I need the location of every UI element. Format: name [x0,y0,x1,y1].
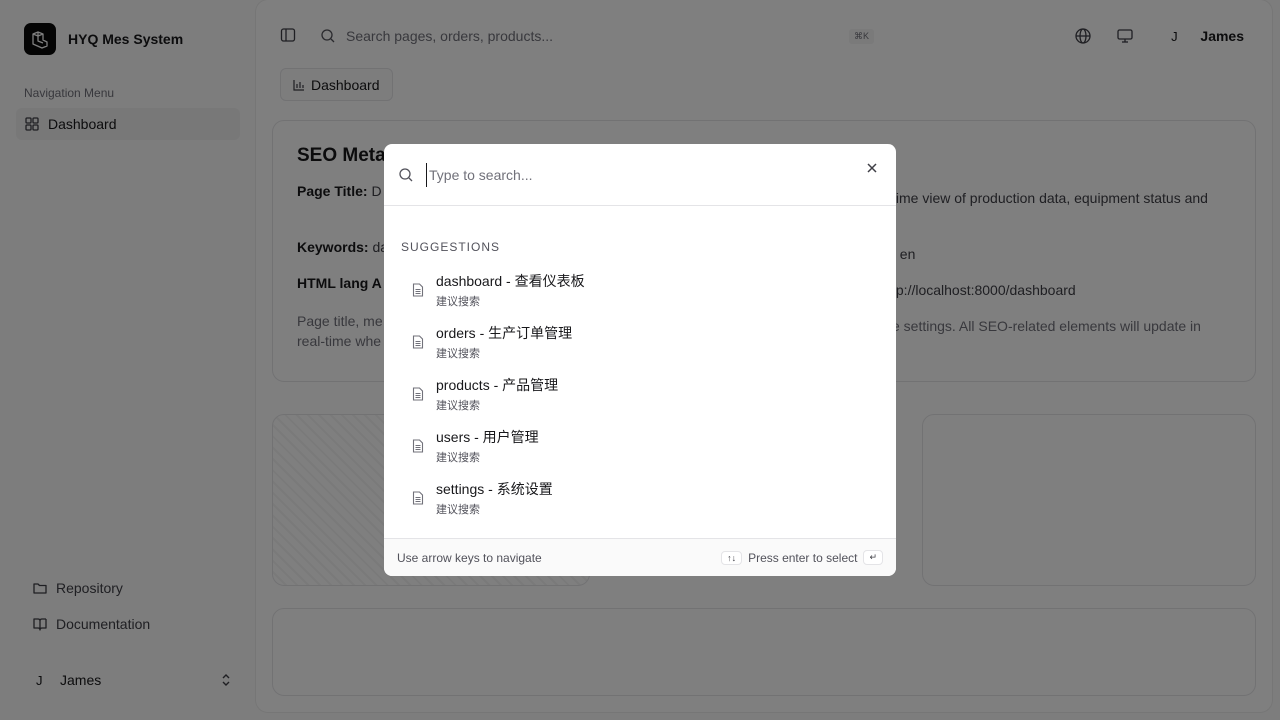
file-text-icon [412,335,424,349]
suggestion-item[interactable]: orders - 生产订单管理 建议搜索 [384,316,896,368]
dialog-footer: Use arrow keys to navigate ↑↓ Press ente… [384,538,896,576]
suggestion-title: dashboard - 查看仪表板 [436,273,585,289]
enter-hint: Press enter to select [748,550,858,565]
command-search-dialog: SUGGESTIONS dashboard - 查看仪表板 建议搜索 order… [384,144,896,576]
dialog-search-input[interactable] [426,162,826,187]
suggestion-item[interactable]: dashboard - 查看仪表板 建议搜索 [384,264,896,316]
suggestion-title: orders - 生产订单管理 [436,325,573,341]
suggestion-subtitle: 建议搜索 [436,504,480,516]
suggestion-item[interactable]: products - 产品管理 建议搜索 [384,368,896,420]
close-icon[interactable] [864,160,880,176]
navigate-hint: Use arrow keys to navigate [397,550,542,565]
suggestion-title: settings - 系统设置 [436,481,553,497]
dialog-search-row [384,144,896,206]
enter-key-badge: ↵ [863,550,883,565]
suggestion-subtitle: 建议搜索 [436,452,480,464]
suggestion-item[interactable]: users - 用户管理 建议搜索 [384,420,896,472]
suggestion-title: products - 产品管理 [436,377,559,393]
suggestions-list: dashboard - 查看仪表板 建议搜索 orders - 生产订单管理 建… [384,264,896,524]
suggestions-heading: SUGGESTIONS [401,240,501,254]
file-text-icon [412,491,424,505]
suggestion-item[interactable]: settings - 系统设置 建议搜索 [384,472,896,524]
suggestion-subtitle: 建议搜索 [436,296,480,308]
suggestion-subtitle: 建议搜索 [436,400,480,412]
arrow-keys-badge: ↑↓ [721,550,743,565]
suggestion-subtitle: 建议搜索 [436,348,480,360]
file-text-icon [412,283,424,297]
file-text-icon [412,387,424,401]
file-text-icon [412,439,424,453]
suggestion-title: users - 用户管理 [436,429,539,445]
search-icon [399,167,413,181]
